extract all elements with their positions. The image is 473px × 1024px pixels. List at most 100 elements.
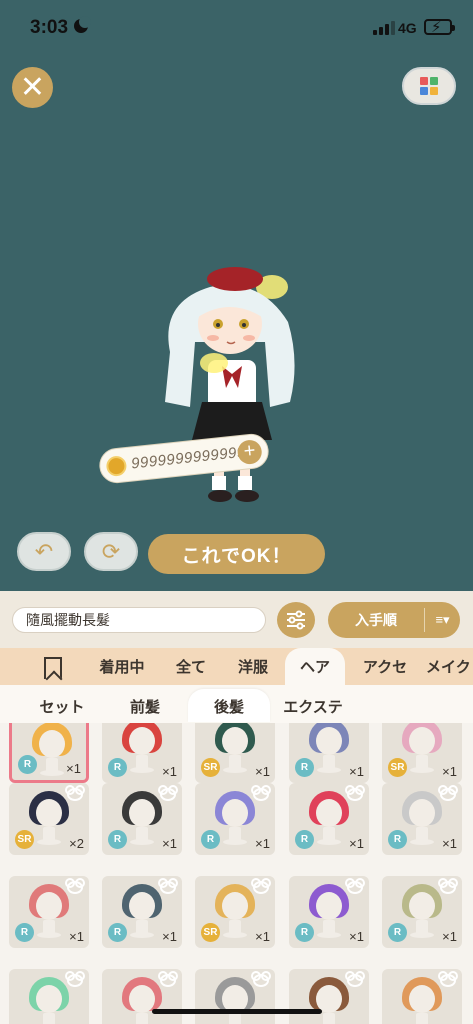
bear-icon: [65, 971, 85, 987]
mannequin-head: [36, 892, 62, 920]
rarity-badge: R: [108, 758, 127, 777]
hair-item-card[interactable]: R ×1: [102, 723, 182, 783]
mannequin-head: [409, 892, 435, 920]
hair-item-card[interactable]: SR ×1: [195, 723, 275, 783]
subtab-bangs[interactable]: 前髪: [108, 689, 182, 722]
hair-item-card[interactable]: R ×1: [102, 783, 182, 855]
mannequin-head: [316, 799, 342, 827]
sub-tabs: セット 前髪 後髪 エクステ: [0, 685, 473, 723]
item-count: ×1: [162, 764, 177, 779]
hair-item-card[interactable]: SR ×2: [9, 783, 89, 855]
mannequin-head: [129, 892, 155, 920]
subtab-set[interactable]: セット: [22, 689, 102, 722]
mannequin-head: [316, 892, 342, 920]
tab-accessories[interactable]: アクセ: [352, 648, 418, 685]
hair-item-card[interactable]: R ×1: [289, 723, 369, 783]
close-icon: ✕: [19, 70, 46, 104]
undo-icon: ↶: [34, 538, 54, 564]
mannequin-head: [36, 985, 62, 1013]
hair-item-card[interactable]: [382, 969, 462, 1024]
charging-icon: ⚡: [431, 19, 442, 36]
hair-item-card[interactable]: [102, 969, 182, 1024]
bear-icon: [438, 785, 458, 801]
mannequin-head: [129, 727, 155, 755]
bear-icon: [251, 878, 271, 894]
rarity-badge: R: [108, 923, 127, 942]
rarity-badge: SR: [388, 758, 407, 777]
item-count: ×1: [442, 764, 457, 779]
rarity-badge: R: [295, 758, 314, 777]
hair-item-card[interactable]: R ×1: [289, 876, 369, 948]
mannequin-head: [409, 727, 435, 755]
item-count: ×1: [349, 929, 364, 944]
rarity-badge: SR: [201, 758, 220, 777]
undo-button[interactable]: ↶: [17, 532, 71, 571]
hair-item-card[interactable]: [9, 969, 89, 1024]
rarity-badge: R: [295, 923, 314, 942]
home-indicator[interactable]: [152, 1009, 322, 1014]
item-count: ×1: [69, 929, 84, 944]
hair-item-card[interactable]: SR ×1: [195, 876, 275, 948]
tab-clothes[interactable]: 洋服: [224, 648, 282, 685]
bear-icon: [345, 878, 365, 894]
color-grid-icon: [420, 77, 438, 95]
rarity-badge: R: [15, 923, 34, 942]
sliders-icon: [287, 610, 305, 630]
item-count: ×1: [442, 929, 457, 944]
hair-item-card[interactable]: R ×1: [9, 876, 89, 948]
hair-item-card[interactable]: R ×1: [102, 876, 182, 948]
refresh-button[interactable]: ⟳: [84, 532, 138, 571]
rarity-badge: R: [388, 830, 407, 849]
hair-item-card[interactable]: R ×1: [9, 723, 89, 783]
mannequin-head: [129, 799, 155, 827]
hair-item-card[interactable]: R ×1: [289, 783, 369, 855]
tab-hair[interactable]: ヘア: [285, 648, 345, 685]
item-count: ×1: [255, 929, 270, 944]
tab-all[interactable]: 全て: [162, 648, 220, 685]
moon-icon: [74, 16, 91, 33]
item-name-field[interactable]: 隨風擺動長髮: [12, 607, 266, 633]
network-type: 4G: [398, 20, 417, 36]
hair-item-card[interactable]: R ×1: [382, 876, 462, 948]
tab-bookmark[interactable]: [30, 648, 76, 685]
rarity-badge: R: [388, 923, 407, 942]
hair-item-card[interactable]: R ×1: [382, 783, 462, 855]
close-button[interactable]: ✕: [12, 67, 53, 108]
ok-button[interactable]: これでOK！: [148, 534, 325, 574]
item-count: ×1: [255, 764, 270, 779]
rarity-badge: R: [201, 830, 220, 849]
mannequin-head: [36, 799, 62, 827]
mannequin-head: [316, 727, 342, 755]
filter-button[interactable]: [277, 602, 315, 638]
item-count: ×1: [255, 836, 270, 851]
hair-item-card[interactable]: [195, 969, 275, 1024]
bear-icon: [251, 971, 271, 987]
hair-item-card[interactable]: SR ×1: [382, 723, 462, 783]
bear-icon: [345, 971, 365, 987]
color-grid-button[interactable]: [402, 67, 456, 105]
bear-icon: [438, 878, 458, 894]
bear-icon: [158, 878, 178, 894]
tab-wearing[interactable]: 着用中: [88, 648, 156, 685]
mannequin-head: [222, 799, 248, 827]
sort-button[interactable]: 入手順 ≡▾: [328, 602, 460, 638]
subtab-back-hair[interactable]: 後髪: [188, 689, 270, 722]
hair-item-card[interactable]: [289, 969, 369, 1024]
tab-makeup[interactable]: メイク: [426, 648, 473, 685]
refresh-icon: ⟳: [101, 538, 121, 564]
sort-order-icon[interactable]: ≡▾: [425, 612, 460, 628]
bear-icon: [158, 971, 178, 987]
sort-label: 入手順: [355, 612, 397, 628]
mannequin-head: [222, 892, 248, 920]
item-count: ×2: [69, 836, 84, 851]
subtab-extensions[interactable]: エクステ: [276, 689, 350, 722]
bookmark-icon: [44, 657, 62, 679]
item-count: ×1: [349, 764, 364, 779]
avatar-character: [165, 267, 295, 502]
bear-icon: [65, 878, 85, 894]
item-count: ×1: [162, 929, 177, 944]
add-coin-button[interactable]: +: [236, 438, 263, 466]
item-count: ×1: [66, 761, 81, 776]
hair-item-card[interactable]: R ×1: [195, 783, 275, 855]
avatar-skirt: [192, 402, 272, 440]
